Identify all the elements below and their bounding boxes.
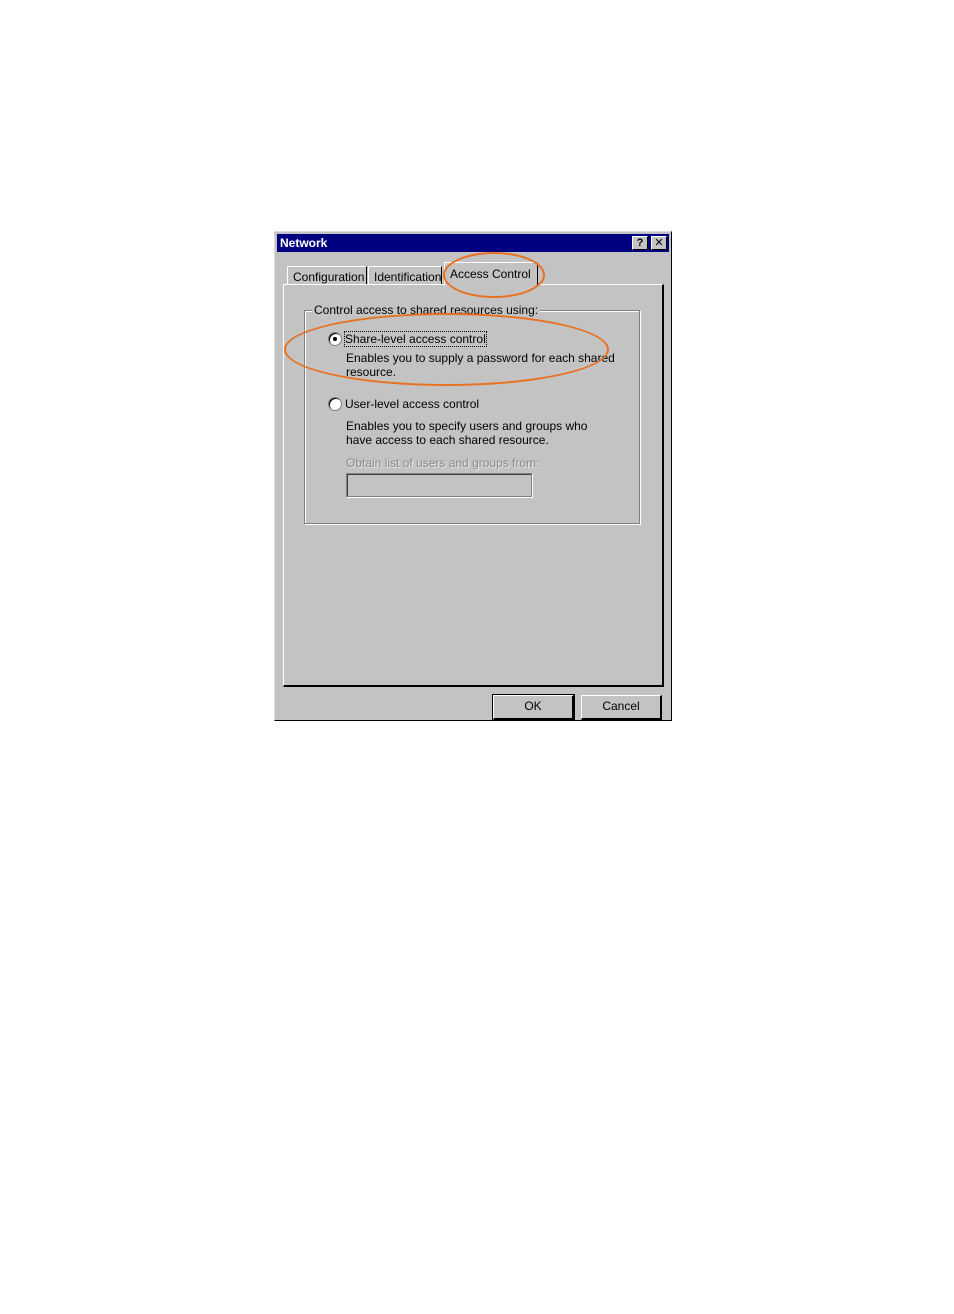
obtain-list-input	[346, 473, 532, 497]
ok-button[interactable]: OK	[492, 694, 575, 721]
window-title: Network	[280, 236, 328, 250]
share-level-description: Enables you to supply a password for eac…	[346, 351, 615, 379]
user-level-label[interactable]: User-level access control	[345, 397, 479, 411]
tab-configuration[interactable]: Configuration	[287, 266, 367, 285]
group-legend: Control access to shared resources using…	[312, 303, 541, 317]
help-button[interactable]: ?	[632, 236, 648, 250]
obtain-list-label: Obtain list of users and groups from:	[346, 456, 540, 470]
tab-panel: Control access to shared resources using…	[283, 284, 664, 687]
share-level-radio[interactable]	[328, 331, 342, 346]
cancel-button[interactable]: Cancel	[581, 695, 662, 720]
close-button[interactable]: ✕	[651, 236, 667, 250]
user-level-description: Enables you to specify users and groups …	[346, 419, 588, 447]
user-level-radio[interactable]	[328, 396, 342, 411]
user-level-option[interactable]: User-level access control	[328, 396, 479, 411]
tab-identification[interactable]: Identification	[368, 266, 442, 285]
tab-access-control[interactable]: Access Control	[444, 262, 538, 286]
access-control-groupbox: Control access to shared resources using…	[304, 303, 640, 524]
close-icon: ✕	[654, 237, 664, 249]
share-level-label[interactable]: Share-level access control	[344, 330, 487, 347]
share-level-option[interactable]: Share-level access control	[328, 330, 487, 347]
network-dialog: Network ? ✕ Configuration Identification…	[274, 231, 672, 721]
title-bar[interactable]: Network ? ✕	[277, 234, 669, 252]
help-icon: ?	[636, 237, 644, 249]
